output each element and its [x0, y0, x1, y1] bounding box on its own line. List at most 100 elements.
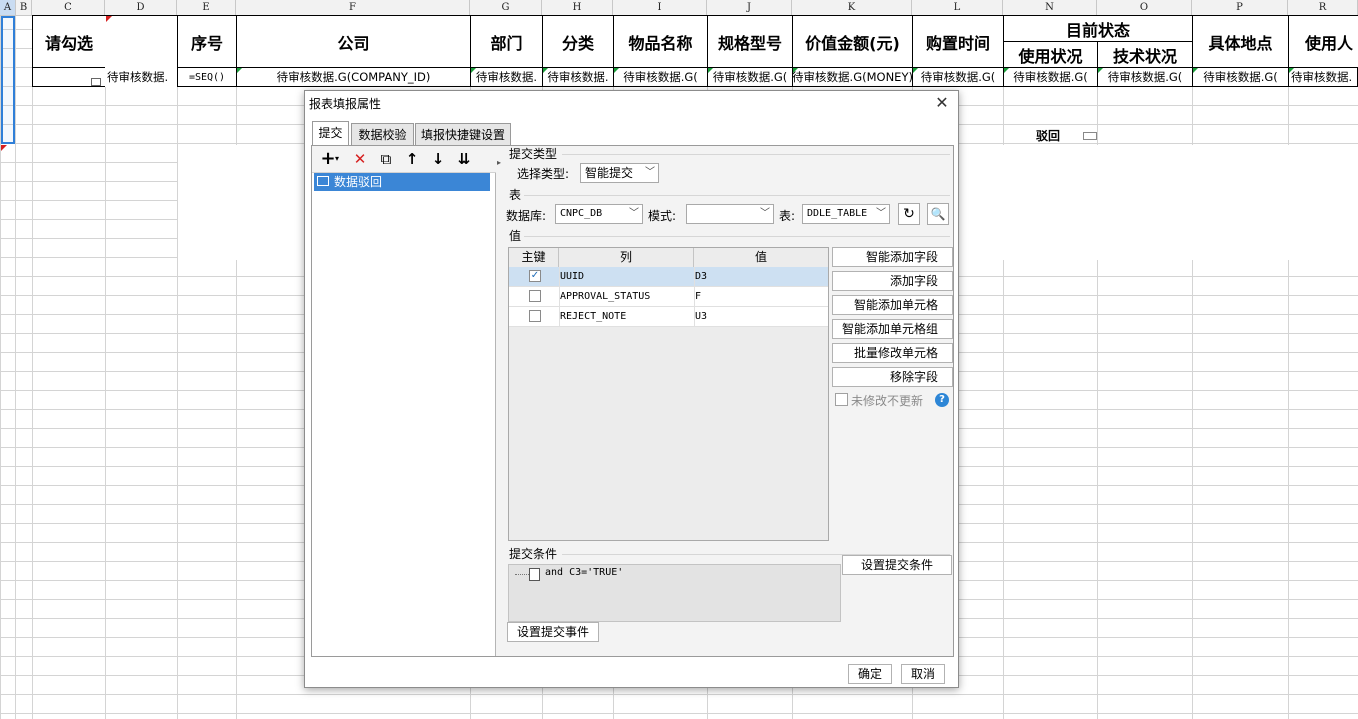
- cell-e3[interactable]: =SEQ(): [177, 67, 237, 87]
- database-select[interactable]: CNPC_DB ﹀: [555, 204, 643, 224]
- report-fill-properties-dialog[interactable]: 报表填报属性 ✕ 提交 数据校验 填报快捷键设置 + ▾ ✕ ⧉ ↑ ↓ ⇊ 数…: [304, 90, 959, 688]
- refresh-icon[interactable]: ↻: [898, 203, 920, 225]
- header-seq[interactable]: 序号: [177, 15, 237, 68]
- header-usage-status[interactable]: 使用状况: [1003, 41, 1098, 68]
- dialog-titlebar[interactable]: 报表填报属性 ✕: [305, 91, 958, 115]
- smart-add-cell-group-button[interactable]: 智能添加单元格组: [832, 319, 953, 339]
- move-up-icon[interactable]: ↑: [402, 149, 422, 169]
- search-table-icon[interactable]: 🔍: [927, 203, 949, 225]
- move-down-icon[interactable]: ↓: [428, 149, 448, 169]
- table-label: 表:: [779, 209, 796, 223]
- primary-key-checkbox[interactable]: [529, 290, 541, 302]
- no-update-if-unchanged-checkbox[interactable]: 未修改不更新: [835, 392, 923, 409]
- header-blank-d[interactable]: [105, 15, 178, 68]
- cell-g3[interactable]: 待审核数据.: [470, 67, 543, 87]
- col-header-d[interactable]: D: [105, 0, 177, 15]
- column-header-bar[interactable]: A B C D E F G H I J K L N O P R: [0, 0, 1358, 16]
- column-header-key[interactable]: 主键: [509, 248, 559, 267]
- ok-button[interactable]: 确定: [848, 664, 892, 684]
- condition-expression[interactable]: and C3='TRUE': [545, 567, 623, 578]
- submit-condition-tree[interactable]: and C3='TRUE': [508, 564, 841, 622]
- col-header-b[interactable]: B: [16, 0, 32, 15]
- cell-l3[interactable]: 待审核数据.G(: [912, 67, 1004, 87]
- header-dept[interactable]: 部门: [470, 15, 543, 68]
- cell-h3[interactable]: 待审核数据.: [542, 67, 614, 87]
- header-current-status[interactable]: 目前状态: [1003, 15, 1193, 42]
- tab-data-validation[interactable]: 数据校验: [351, 123, 414, 145]
- set-submit-event-button[interactable]: 设置提交事件: [507, 622, 599, 642]
- col-header-n[interactable]: N: [1003, 0, 1097, 15]
- move-bottom-icon[interactable]: ⇊: [454, 149, 474, 169]
- col-header-f[interactable]: F: [236, 0, 470, 15]
- header-item-name[interactable]: 物品名称: [613, 15, 708, 68]
- selected-column-a[interactable]: [1, 16, 15, 144]
- primary-key-checkbox[interactable]: ✓: [529, 270, 541, 282]
- add-field-button[interactable]: 添加字段: [832, 271, 953, 291]
- header-tech-status[interactable]: 技术状况: [1097, 41, 1193, 68]
- cell-n3[interactable]: 待审核数据.G(: [1003, 67, 1098, 87]
- cell-o3[interactable]: 待审核数据.G(: [1097, 67, 1193, 87]
- header-location[interactable]: 具体地点: [1192, 15, 1289, 68]
- formula-marker: [471, 68, 476, 73]
- cell-k3[interactable]: 待审核数据.G(MONEY): [792, 67, 913, 87]
- table-select[interactable]: DDLE_TABLE ﹀: [802, 204, 890, 224]
- cell-r3[interactable]: 待审核数据.: [1288, 67, 1358, 87]
- cell-d3[interactable]: 待审核数据.: [105, 67, 178, 87]
- tab-shortcut-settings[interactable]: 填报快捷键设置: [415, 123, 511, 145]
- reject-widget[interactable]: [1083, 132, 1097, 140]
- header-spec[interactable]: 规格型号: [707, 15, 793, 68]
- col-header-l[interactable]: L: [912, 0, 1003, 15]
- formula-marker: [793, 68, 798, 73]
- primary-key-checkbox[interactable]: [529, 310, 541, 322]
- remove-field-button[interactable]: 移除字段: [832, 367, 953, 387]
- header-company[interactable]: 公司: [236, 15, 471, 68]
- delete-icon[interactable]: ✕: [350, 149, 370, 169]
- tab-submit[interactable]: 提交: [312, 121, 349, 145]
- formula-marker: [1193, 68, 1198, 73]
- table-row[interactable]: ✓ UUID D3: [509, 267, 828, 287]
- field-value[interactable]: F: [695, 287, 701, 307]
- field-value[interactable]: D3: [695, 267, 707, 287]
- col-header-c[interactable]: C: [32, 0, 105, 15]
- set-submit-condition-button[interactable]: 设置提交条件: [842, 555, 952, 575]
- cell-i3[interactable]: 待审核数据.G(: [613, 67, 708, 87]
- col-header-o[interactable]: O: [1097, 0, 1192, 15]
- table-row[interactable]: REJECT_NOTE U3: [509, 307, 828, 327]
- col-header-j[interactable]: J: [707, 0, 792, 15]
- copy-icon[interactable]: ⧉: [376, 149, 396, 169]
- col-header-e[interactable]: E: [177, 0, 236, 15]
- chevron-down-icon[interactable]: ▾: [332, 149, 342, 169]
- header-user[interactable]: 使用人: [1288, 15, 1358, 68]
- submit-type-select[interactable]: 智能提交 ﹀: [580, 163, 659, 183]
- cell-f3[interactable]: 待审核数据.G(COMPANY_ID): [236, 67, 471, 87]
- header-value[interactable]: 价值金额(元): [792, 15, 913, 68]
- reject-button-label[interactable]: 驳回: [1036, 128, 1066, 144]
- cancel-button[interactable]: 取消: [901, 664, 945, 684]
- smart-add-cell-button[interactable]: 智能添加单元格: [832, 295, 953, 315]
- col-header-r[interactable]: R: [1288, 0, 1358, 15]
- list-item-data-reject[interactable]: 数据驳回: [314, 173, 490, 191]
- column-header-column[interactable]: 列: [559, 248, 694, 267]
- header-category[interactable]: 分类: [542, 15, 614, 68]
- field-value-table[interactable]: 主键 列 值 ✓ UUID D3 APPROVAL_STATUS F REJEC…: [508, 247, 829, 541]
- formula-marker: [614, 68, 619, 73]
- cell-p3[interactable]: 待审核数据.G(: [1192, 67, 1289, 87]
- col-header-h[interactable]: H: [542, 0, 613, 15]
- table-row[interactable]: APPROVAL_STATUS F: [509, 287, 828, 307]
- help-icon[interactable]: ?: [935, 393, 949, 407]
- batch-modify-cells-button[interactable]: 批量修改单元格: [832, 343, 953, 363]
- header-purchase-time[interactable]: 购置时间: [912, 15, 1004, 68]
- schema-select[interactable]: ﹀: [686, 204, 774, 224]
- col-header-g[interactable]: G: [470, 0, 542, 15]
- col-header-k[interactable]: K: [792, 0, 912, 15]
- column-header-value[interactable]: 值: [694, 248, 828, 267]
- col-header-a[interactable]: A: [0, 0, 16, 15]
- smart-add-field-button[interactable]: 智能添加字段: [832, 247, 953, 267]
- field-value[interactable]: U3: [695, 307, 707, 327]
- close-icon[interactable]: ✕: [932, 93, 952, 113]
- col-header-i[interactable]: I: [613, 0, 707, 15]
- cell-j3[interactable]: 待审核数据.G(: [707, 67, 793, 87]
- col-header-p[interactable]: P: [1192, 0, 1288, 15]
- header-check[interactable]: 请勾选: [32, 15, 106, 68]
- splitter-arrow-icon[interactable]: ▸: [497, 158, 501, 167]
